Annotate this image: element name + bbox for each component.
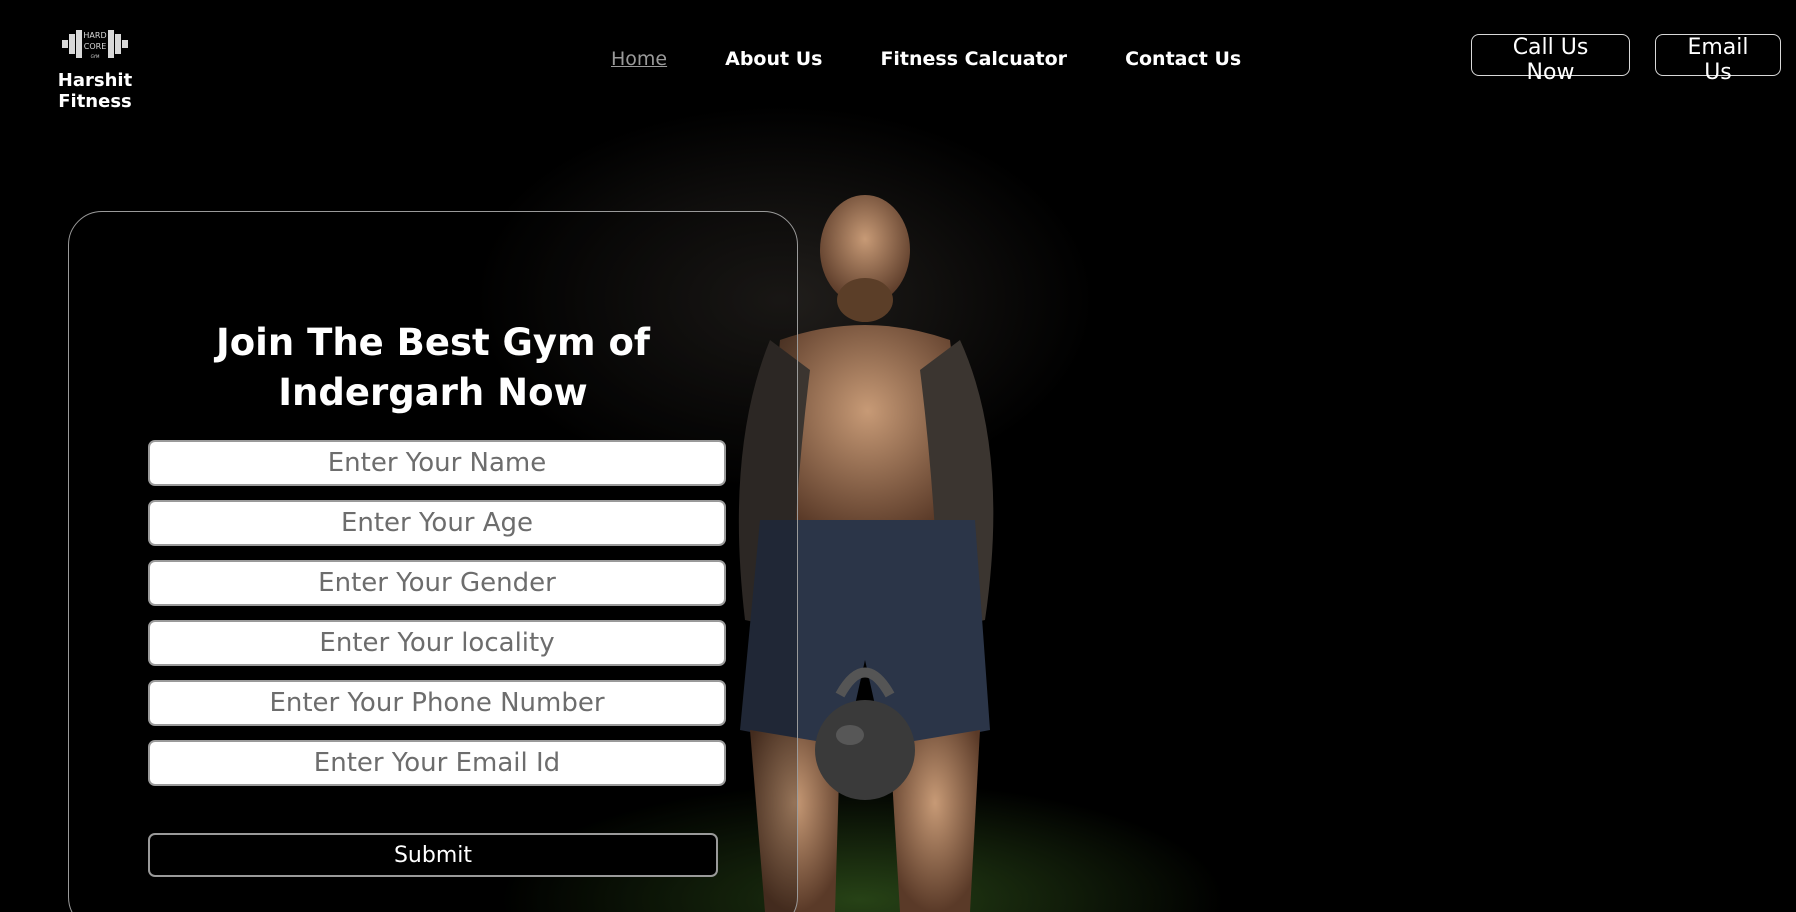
logo-text-gym: GYM	[91, 54, 100, 59]
nav-contact-link[interactable]: Contact Us	[1125, 48, 1241, 70]
dumbbell-icon: HARD CORE GYM	[62, 30, 128, 59]
logo-text-core: CORE	[84, 42, 107, 51]
call-us-button[interactable]: Call Us Now	[1471, 34, 1630, 85]
email-input[interactable]	[148, 740, 726, 786]
logo-text-hard: HARD	[83, 31, 106, 40]
brand-logo[interactable]: HARD CORE GYM Harshit Fitness	[20, 26, 170, 112]
main-nav: Home About Us Fitness Calcuator Contact …	[611, 48, 1241, 70]
gender-input[interactable]	[148, 560, 726, 606]
page: HARD CORE GYM Harshit Fitness Home About…	[0, 0, 1796, 912]
form-title: Join The Best Gym of Indergarh Now	[216, 321, 650, 414]
phone-input[interactable]	[148, 680, 726, 726]
age-input[interactable]	[148, 500, 726, 546]
brand-name: Harshit Fitness	[57, 70, 133, 112]
locality-input[interactable]	[148, 620, 726, 666]
nav-about-link[interactable]: About Us	[725, 48, 822, 70]
nav-home-link[interactable]: Home	[611, 48, 667, 70]
nav-fitness-calculator-link[interactable]: Fitness Calcuator	[880, 48, 1067, 70]
name-input[interactable]	[148, 440, 726, 486]
email-us-button[interactable]: Email Us	[1655, 34, 1781, 85]
submit-button[interactable]: Submit	[148, 833, 718, 877]
